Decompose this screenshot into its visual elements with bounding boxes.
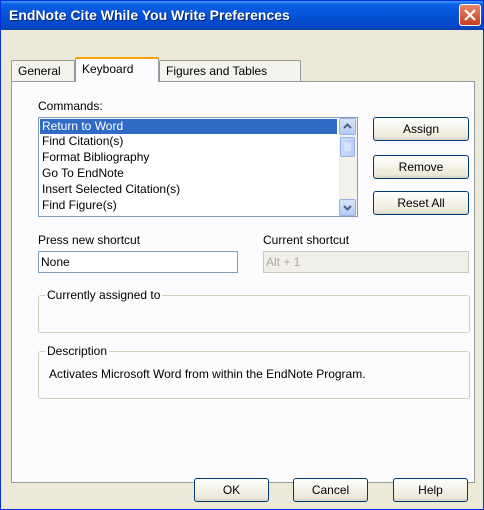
commands-label: Commands: xyxy=(38,99,103,113)
new-shortcut-field[interactable]: None xyxy=(38,251,238,273)
scroll-up-button[interactable] xyxy=(339,118,356,135)
tab-keyboard[interactable]: Keyboard xyxy=(75,57,159,82)
list-item-format-bibliography[interactable]: Format Bibliography xyxy=(40,150,337,165)
current-shortcut-field: Alt + 1 xyxy=(263,251,469,273)
commands-scrollbar[interactable] xyxy=(339,118,357,216)
tab-general[interactable]: General xyxy=(11,60,75,81)
current-shortcut-label: Current shortcut xyxy=(263,233,350,247)
assigned-group: Currently assigned to xyxy=(38,288,470,333)
ok-button[interactable]: OK xyxy=(194,478,269,502)
help-button[interactable]: Help xyxy=(393,478,468,502)
list-item-return-to-word[interactable]: Return to Word xyxy=(40,119,337,134)
list-item-go-to-endnote[interactable]: Go To EndNote xyxy=(40,166,337,181)
remove-button[interactable]: Remove xyxy=(373,155,469,179)
list-item-find-figures[interactable]: Find Figure(s) xyxy=(40,198,337,213)
title-bar[interactable]: EndNote Cite While You Write Preferences xyxy=(1,1,483,30)
list-item-find-citations[interactable]: Find Citation(s) xyxy=(40,134,337,149)
assigned-legend: Currently assigned to xyxy=(45,288,163,302)
reset-all-button[interactable]: Reset All xyxy=(373,191,469,215)
close-icon xyxy=(464,9,476,21)
description-legend: Description xyxy=(45,344,110,358)
cancel-button[interactable]: Cancel xyxy=(293,478,368,502)
window-title: EndNote Cite While You Write Preferences xyxy=(9,7,290,23)
chevron-down-icon xyxy=(343,205,352,211)
scroll-thumb[interactable] xyxy=(340,137,355,157)
chevron-up-icon xyxy=(343,123,352,129)
commands-list[interactable]: Return to Word Find Citation(s) Format B… xyxy=(38,117,358,217)
description-text: Activates Microsoft Word from within the… xyxy=(49,367,366,381)
preferences-dialog: EndNote Cite While You Write Preferences… xyxy=(0,0,484,510)
assign-button[interactable]: Assign xyxy=(373,117,469,141)
list-item-insert-selected-citations[interactable]: Insert Selected Citation(s) xyxy=(40,182,337,197)
grip-icon xyxy=(344,143,351,151)
tab-figures-and-tables[interactable]: Figures and Tables xyxy=(159,60,301,81)
new-shortcut-label: Press new shortcut xyxy=(38,233,141,247)
close-button[interactable] xyxy=(459,4,481,26)
description-group: Description Activates Microsoft Word fro… xyxy=(38,344,470,399)
scroll-down-button[interactable] xyxy=(339,199,356,216)
